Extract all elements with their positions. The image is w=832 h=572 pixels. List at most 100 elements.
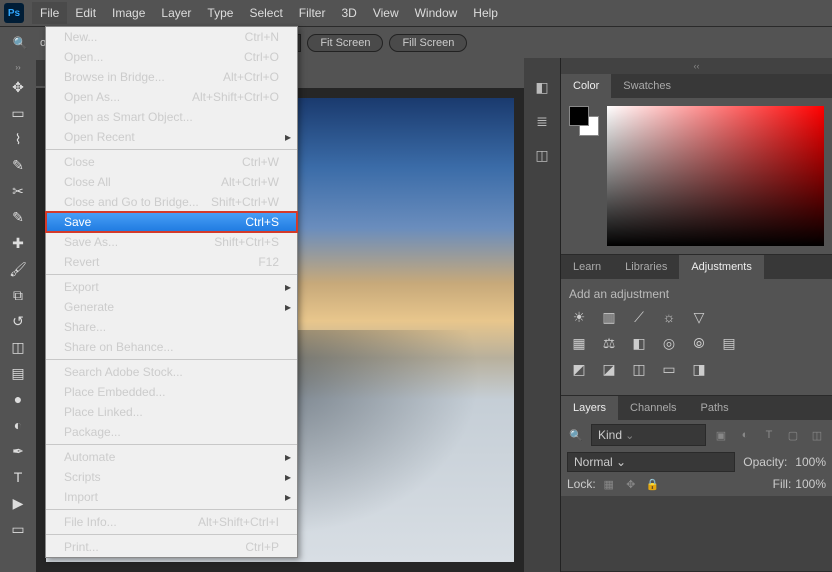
menu-item-open-as-smart-object[interactable]: Open as Smart Object... — [46, 107, 297, 127]
menu-item-save[interactable]: SaveCtrl+S — [46, 212, 297, 232]
tab-adjustments[interactable]: Adjustments — [679, 255, 764, 279]
lock-position-icon[interactable]: ✥ — [622, 476, 640, 492]
filter-image-icon[interactable]: ▣ — [712, 427, 730, 443]
brightness-icon[interactable]: ☀ — [569, 309, 589, 325]
fill-value[interactable]: 100% — [795, 477, 826, 491]
tab-layers[interactable]: Layers — [561, 396, 618, 420]
lasso-tool[interactable]: ⌇ — [2, 126, 34, 152]
menu-item-close-all[interactable]: Close AllAlt+Ctrl+W — [46, 172, 297, 192]
menu-item-close[interactable]: CloseCtrl+W — [46, 152, 297, 172]
eyedropper-tool[interactable]: ✎ — [2, 204, 34, 230]
menu-item-revert[interactable]: RevertF12 — [46, 252, 297, 272]
menu-window[interactable]: Window — [407, 2, 466, 24]
menu-item-file-info[interactable]: File Info...Alt+Shift+Ctrl+I — [46, 512, 297, 532]
mixer-icon[interactable]: ⦾ — [689, 335, 709, 351]
selective-color-icon[interactable]: ◨ — [689, 361, 709, 377]
tab-libraries[interactable]: Libraries — [613, 255, 679, 279]
menu-item-place-embedded[interactable]: Place Embedded... — [46, 382, 297, 402]
bw-icon[interactable]: ◧ — [629, 335, 649, 351]
photo-filter-icon[interactable]: ◎ — [659, 335, 679, 351]
menu-item-scripts[interactable]: Scripts▸ — [46, 467, 297, 487]
quick-select-tool[interactable]: ✎ — [2, 152, 34, 178]
vibrance-icon[interactable]: ▽ — [689, 309, 709, 325]
toolbar-expand-icon[interactable]: ›› — [12, 62, 24, 72]
filter-shape-icon[interactable]: ▢ — [784, 427, 802, 443]
menu-item-print[interactable]: Print...Ctrl+P — [46, 537, 297, 557]
exposure-icon[interactable]: ☼ — [659, 309, 679, 325]
menu-select[interactable]: Select — [241, 2, 290, 24]
threshold-icon[interactable]: ◫ — [629, 361, 649, 377]
panel-collapse-grip[interactable]: ‹‹ — [561, 58, 832, 74]
menu-item-close-and-go-to-bridge[interactable]: Close and Go to Bridge...Shift+Ctrl+W — [46, 192, 297, 212]
lock-all-icon[interactable]: 🔒 — [644, 476, 662, 492]
tab-swatches[interactable]: Swatches — [611, 74, 683, 98]
hue-icon[interactable]: ▦ — [569, 335, 589, 351]
fit-screen-button[interactable]: Fit Screen — [307, 34, 383, 52]
filter-smart-icon[interactable]: ◫ — [808, 427, 826, 443]
rectangle-tool[interactable]: ▭ — [2, 516, 34, 542]
balance-icon[interactable]: ⚖ — [599, 335, 619, 351]
history-icon[interactable]: ≣ — [531, 110, 553, 132]
opacity-value[interactable]: 100% — [795, 455, 826, 469]
healing-brush-tool[interactable]: ✚ — [2, 230, 34, 256]
fill-screen-button[interactable]: Fill Screen — [389, 34, 467, 52]
history-brush-tool[interactable]: ↺ — [2, 308, 34, 334]
menu-item-search-adobe-stock[interactable]: Search Adobe Stock... — [46, 362, 297, 382]
menu-item-browse-in-bridge[interactable]: Browse in Bridge...Alt+Ctrl+O — [46, 67, 297, 87]
menu-item-share-on-behance[interactable]: Share on Behance... — [46, 337, 297, 357]
gradient-map-icon[interactable]: ▭ — [659, 361, 679, 377]
invert-icon[interactable]: ◩ — [569, 361, 589, 377]
pen-tool[interactable]: ✒ — [2, 438, 34, 464]
menu-item-open-as[interactable]: Open As...Alt+Shift+Ctrl+O — [46, 87, 297, 107]
marquee-tool[interactable]: ▭ — [2, 100, 34, 126]
menu-item-export[interactable]: Export▸ — [46, 277, 297, 297]
posterize-icon[interactable]: ◪ — [599, 361, 619, 377]
foreground-color[interactable] — [569, 106, 589, 126]
foreground-background-swatch[interactable] — [569, 106, 599, 136]
tab-channels[interactable]: Channels — [618, 396, 688, 420]
dock-icon-1[interactable]: ◧ — [531, 76, 553, 98]
menu-item-import[interactable]: Import▸ — [46, 487, 297, 507]
blur-tool[interactable]: ● — [2, 386, 34, 412]
menu-item-share[interactable]: Share... — [46, 317, 297, 337]
menu-type[interactable]: Type — [199, 2, 241, 24]
type-tool[interactable]: T — [2, 464, 34, 490]
menu-layer[interactable]: Layer — [153, 2, 199, 24]
menu-help[interactable]: Help — [465, 2, 506, 24]
menu-item-new[interactable]: New...Ctrl+N — [46, 27, 297, 47]
path-select-tool[interactable]: ▶ — [2, 490, 34, 516]
layer-filter-kind[interactable]: Kind ⌄ — [591, 424, 706, 446]
menu-item-generate[interactable]: Generate▸ — [46, 297, 297, 317]
properties-icon[interactable]: ◫ — [531, 144, 553, 166]
filter-type-icon[interactable]: T — [760, 427, 778, 443]
tab-learn[interactable]: Learn — [561, 255, 613, 279]
filter-adjust-icon[interactable]: ◐ — [736, 427, 754, 443]
menu-item-open-recent[interactable]: Open Recent▸ — [46, 127, 297, 147]
menu-file[interactable]: File — [32, 2, 67, 24]
menu-edit[interactable]: Edit — [67, 2, 104, 24]
gradient-tool[interactable]: ▤ — [2, 360, 34, 386]
tab-color[interactable]: Color — [561, 74, 611, 98]
tab-paths[interactable]: Paths — [689, 396, 741, 420]
menu-item-save-as[interactable]: Save As...Shift+Ctrl+S — [46, 232, 297, 252]
search-icon[interactable]: 🔍 — [567, 427, 585, 443]
move-tool[interactable]: ✥ — [2, 74, 34, 100]
eraser-tool[interactable]: ◫ — [2, 334, 34, 360]
color-spectrum[interactable] — [607, 106, 824, 246]
menu-item-place-linked[interactable]: Place Linked... — [46, 402, 297, 422]
menu-3d[interactable]: 3D — [333, 2, 364, 24]
menu-image[interactable]: Image — [104, 2, 153, 24]
clone-stamp-tool[interactable]: ⧉ — [2, 282, 34, 308]
dodge-tool[interactable]: ◐ — [2, 412, 34, 438]
menu-view[interactable]: View — [365, 2, 407, 24]
menu-item-open[interactable]: Open...Ctrl+O — [46, 47, 297, 67]
lookup-icon[interactable]: ▤ — [719, 335, 739, 351]
crop-tool[interactable]: ✂ — [2, 178, 34, 204]
menu-filter[interactable]: Filter — [291, 2, 334, 24]
blend-mode-select[interactable]: Normal ⌄ — [567, 452, 735, 472]
curves-icon[interactable]: ⟋ — [629, 309, 649, 325]
menu-item-automate[interactable]: Automate▸ — [46, 447, 297, 467]
levels-icon[interactable]: ▥ — [599, 309, 619, 325]
brush-tool[interactable]: 🖌 — [2, 256, 34, 282]
lock-pixels-icon[interactable]: ▦ — [600, 476, 618, 492]
